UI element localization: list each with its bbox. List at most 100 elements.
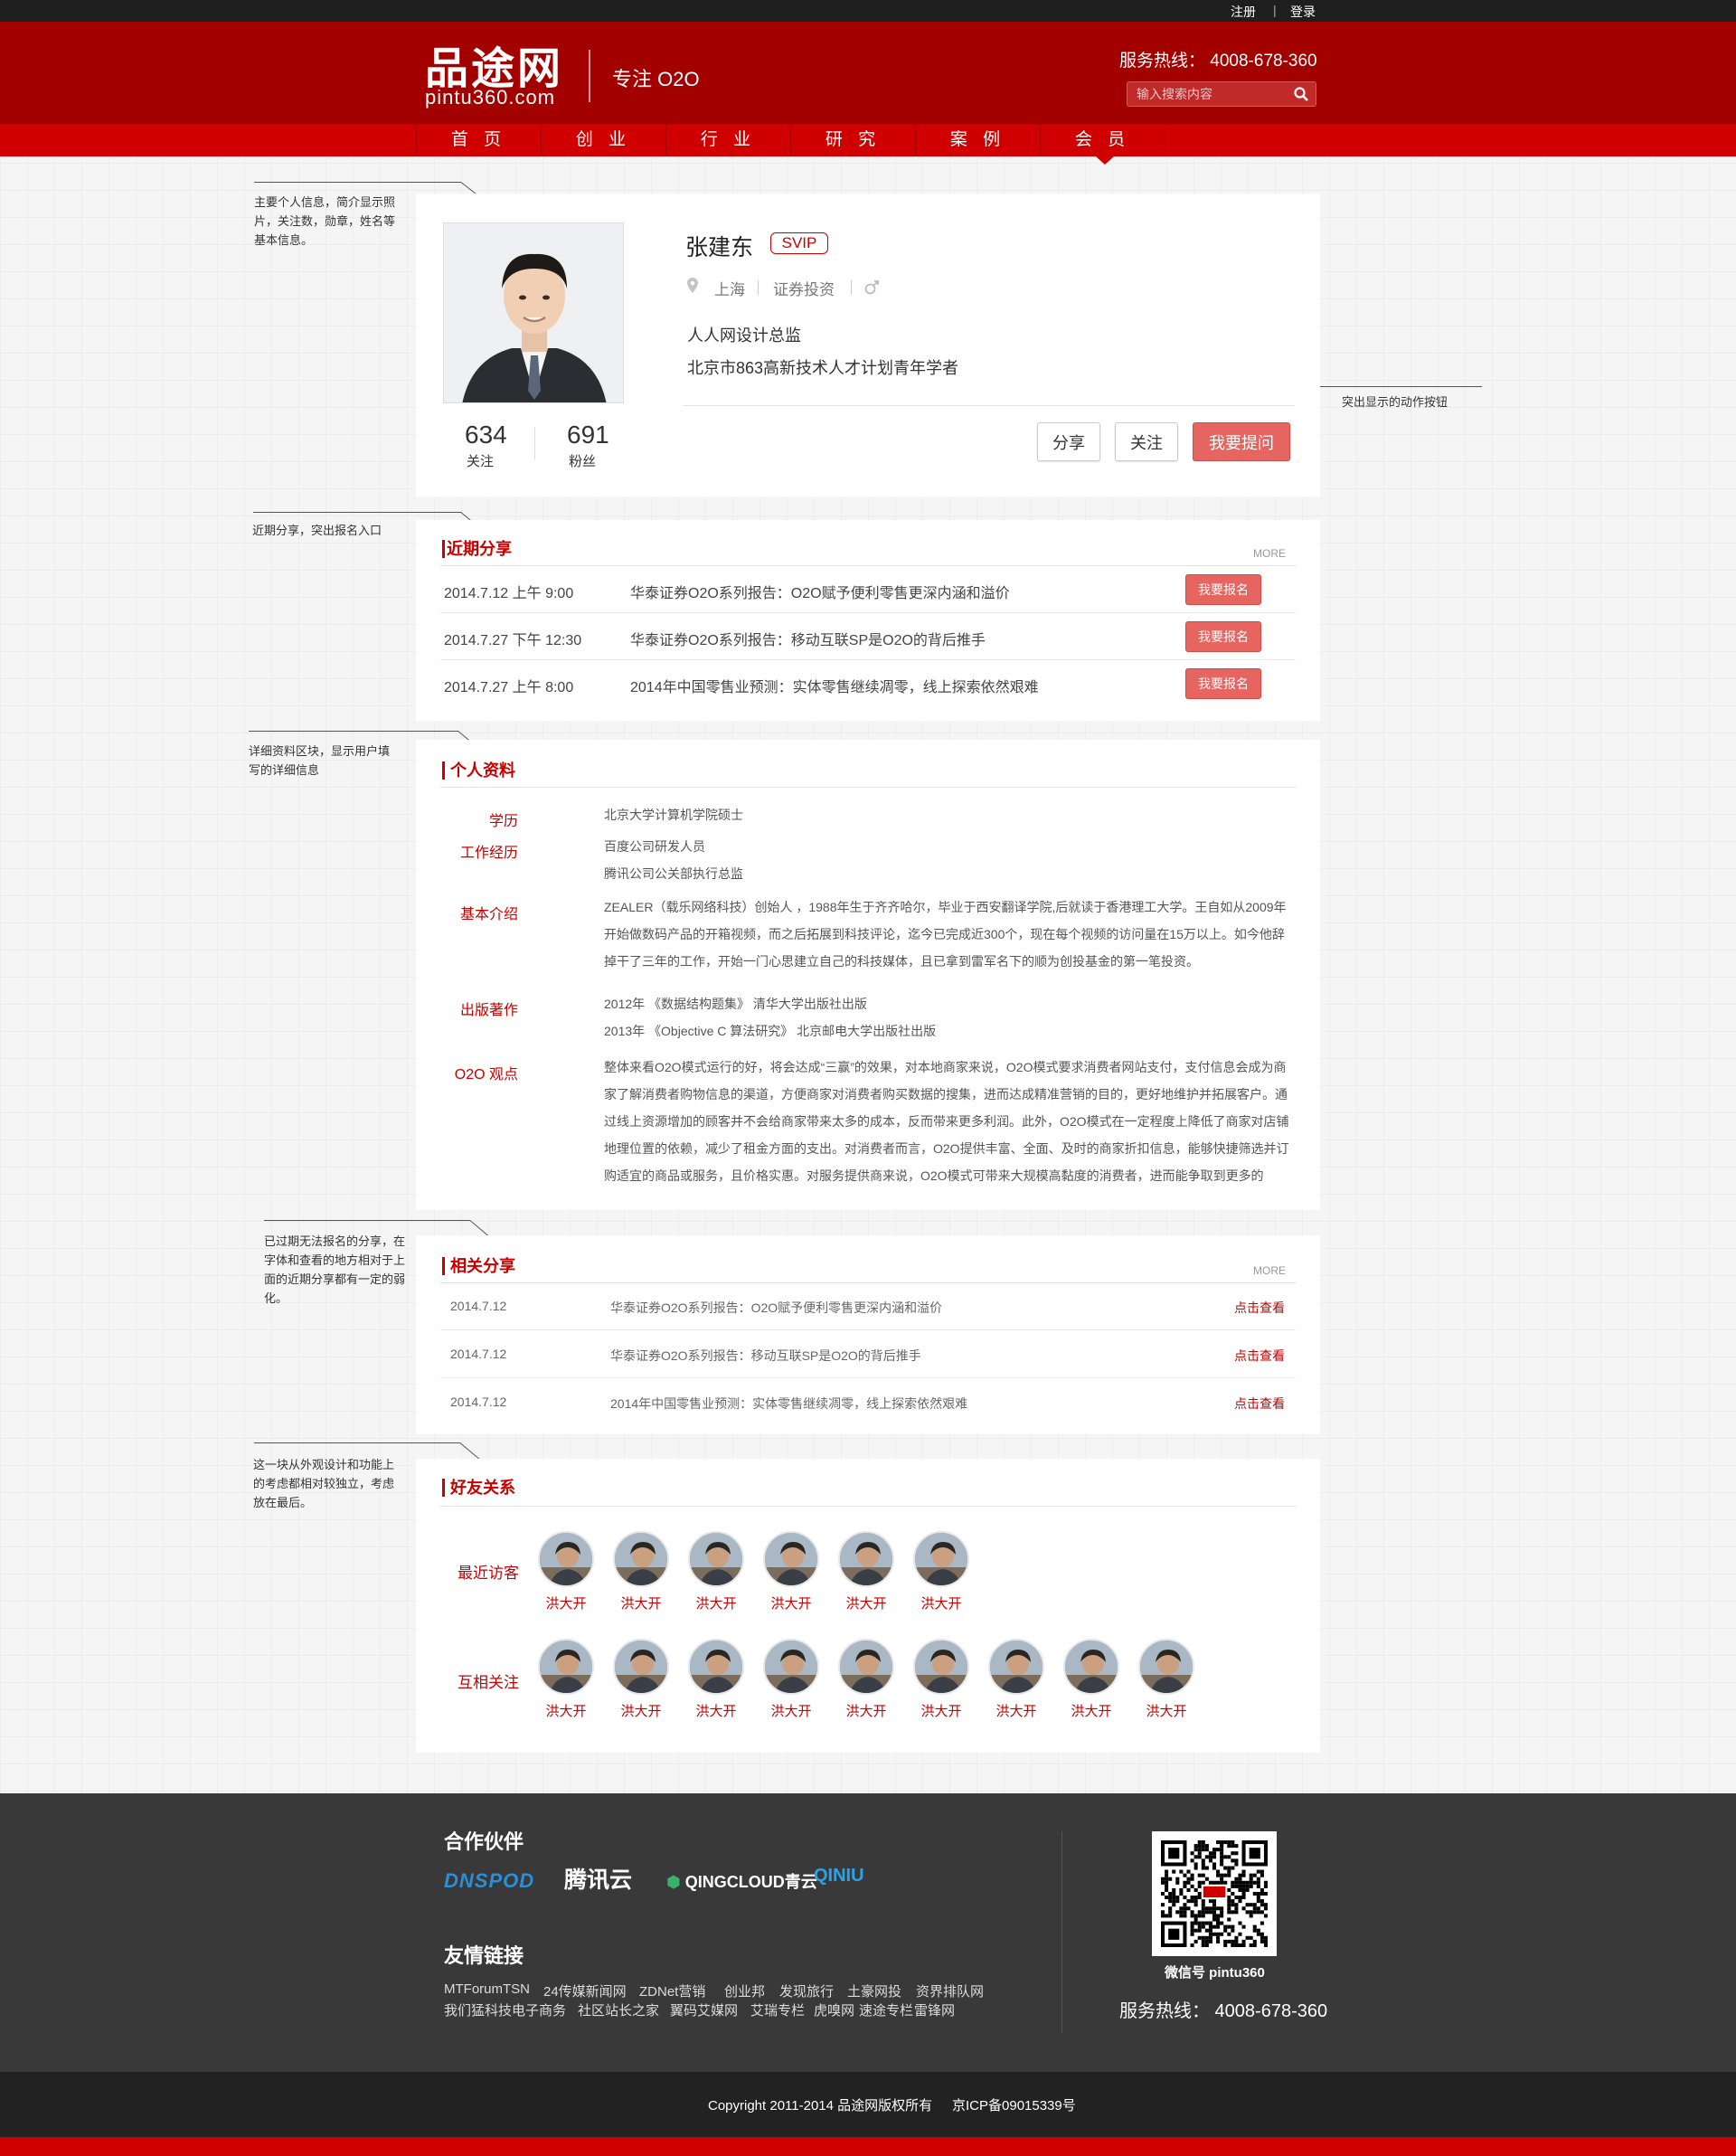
avatar[interactable] xyxy=(913,1639,969,1695)
nav-cases[interactable]: 案 例 xyxy=(915,124,1040,156)
note-line xyxy=(254,182,461,183)
share-title[interactable]: 华泰证券O2O系列报告：O2O赋予便利零售更深内涵和溢价 xyxy=(630,581,1010,602)
avatar[interactable] xyxy=(613,1639,669,1695)
friend-link[interactable]: 发现旅行 xyxy=(779,1981,834,2000)
friend-card[interactable]: 洪大开 xyxy=(911,1531,971,1612)
partner-qingcloud-logo[interactable]: ⬢ QINGCLOUD青云 xyxy=(666,1869,817,1893)
friend-card[interactable]: 洪大开 xyxy=(761,1639,821,1720)
signup-button[interactable]: 我要报名 xyxy=(1185,574,1261,605)
friend-card[interactable]: 洪大开 xyxy=(1137,1639,1196,1720)
signup-button[interactable]: 我要报名 xyxy=(1185,668,1261,699)
nav-home[interactable]: 首 页 xyxy=(416,124,541,156)
friend-link[interactable]: 资界排队网 xyxy=(916,1981,984,2000)
friend-card[interactable]: 洪大开 xyxy=(761,1531,821,1612)
section-title: 个人资料 xyxy=(450,761,515,780)
share-date: 2014.7.12 上午 9:00 xyxy=(444,586,574,601)
friend-name[interactable]: 洪大开 xyxy=(536,1701,596,1720)
education-label: 学历 xyxy=(488,814,518,829)
avatar[interactable] xyxy=(688,1639,744,1695)
view-link[interactable]: 点击查看 xyxy=(1234,1395,1285,1413)
friend-link[interactable]: 社区站长之家 xyxy=(578,2000,659,2019)
friend-name[interactable]: 洪大开 xyxy=(836,1701,896,1720)
avatar[interactable] xyxy=(838,1639,894,1695)
partner-tencent-cloud-logo[interactable]: 腾讯云 xyxy=(564,1862,632,1895)
friend-link[interactable]: 雷锋网 xyxy=(914,2000,955,2019)
search-icon[interactable] xyxy=(1294,87,1308,106)
fans-count: 691 xyxy=(567,421,609,449)
follow-button[interactable]: 关注 xyxy=(1115,422,1178,461)
partner-qiniu-logo[interactable]: QINIU xyxy=(814,1866,864,1886)
nav-startup[interactable]: 创 业 xyxy=(541,124,665,156)
header-hotline: 服务热线： 4008-678-360 xyxy=(1119,52,1317,71)
friend-card[interactable]: 洪大开 xyxy=(911,1639,971,1720)
friend-link[interactable]: 速途专栏 xyxy=(859,2000,913,2019)
friend-link[interactable]: 24传媒新闻网 xyxy=(543,1981,627,2000)
logo-domain[interactable]: pintu360.com xyxy=(425,86,555,109)
friend-name[interactable]: 洪大开 xyxy=(911,1701,971,1720)
friend-name[interactable]: 洪大开 xyxy=(686,1701,746,1720)
friend-name[interactable]: 洪大开 xyxy=(836,1593,896,1612)
avatar[interactable] xyxy=(1063,1639,1119,1695)
friend-link[interactable]: 艾瑞专栏 xyxy=(750,2000,805,2019)
friend-name[interactable]: 洪大开 xyxy=(536,1593,596,1612)
friend-card[interactable]: 洪大开 xyxy=(1061,1639,1121,1720)
friend-link[interactable]: 我们猛科技电子商务 xyxy=(444,2000,566,2019)
avatar[interactable] xyxy=(838,1531,894,1587)
avatar[interactable] xyxy=(688,1531,744,1587)
friend-card[interactable]: 洪大开 xyxy=(611,1531,671,1612)
nav-member[interactable]: 会 员 xyxy=(1040,124,1165,156)
search-input[interactable] xyxy=(1137,85,1290,103)
mutual-follow-label: 互相关注 xyxy=(458,1674,519,1691)
login-link[interactable]: 登录 xyxy=(1290,3,1316,21)
friend-card[interactable]: 洪大开 xyxy=(536,1639,596,1720)
more-link[interactable]: MORE xyxy=(1253,547,1286,560)
avatar[interactable] xyxy=(1138,1639,1194,1695)
work-label: 工作经历 xyxy=(459,846,518,861)
avatar[interactable] xyxy=(763,1531,819,1587)
friend-name[interactable]: 洪大开 xyxy=(911,1593,971,1612)
friend-link[interactable]: MTForumTSN xyxy=(444,1981,530,1997)
share-row: 2014.7.27 下午 12:30 华泰证券O2O系列报告：移动互联SP是O2… xyxy=(440,613,1296,660)
avatar[interactable] xyxy=(913,1531,969,1587)
friend-link[interactable]: ZDNet营销 xyxy=(639,1981,705,2000)
friend-name[interactable]: 洪大开 xyxy=(611,1701,671,1720)
friend-name[interactable]: 洪大开 xyxy=(1061,1701,1121,1720)
view-link[interactable]: 点击查看 xyxy=(1234,1347,1285,1365)
avatar[interactable] xyxy=(763,1639,819,1695)
friend-card[interactable]: 洪大开 xyxy=(836,1531,896,1612)
avatar[interactable] xyxy=(538,1639,594,1695)
more-link[interactable]: MORE xyxy=(1253,1264,1286,1277)
friend-name[interactable]: 洪大开 xyxy=(686,1593,746,1612)
share-title[interactable]: 华泰证券O2O系列报告：移动互联SP是O2O的背后推手 xyxy=(630,628,986,649)
nav-research[interactable]: 研 究 xyxy=(790,124,915,156)
friend-link[interactable]: 虎嗅网 xyxy=(814,2000,854,2019)
share-title[interactable]: 2014年中国零售业预测：实体零售继续凋零，线上探索依然艰难 xyxy=(630,675,1039,696)
friend-name[interactable]: 洪大开 xyxy=(986,1701,1046,1720)
friend-card[interactable]: 洪大开 xyxy=(686,1639,746,1720)
friend-card[interactable]: 洪大开 xyxy=(611,1639,671,1720)
share-button[interactable]: 分享 xyxy=(1037,422,1100,461)
friend-name[interactable]: 洪大开 xyxy=(611,1593,671,1612)
friend-link[interactable]: 创业邦 xyxy=(724,1981,765,2000)
signup-button[interactable]: 我要报名 xyxy=(1185,621,1261,652)
friend-link[interactable]: 土豪网投 xyxy=(847,1981,901,2000)
register-link[interactable]: 注册 xyxy=(1231,3,1256,21)
friend-name[interactable]: 洪大开 xyxy=(1137,1701,1196,1720)
avatar[interactable] xyxy=(613,1531,669,1587)
friend-name[interactable]: 洪大开 xyxy=(761,1593,821,1612)
nav-active-caret xyxy=(1096,156,1114,165)
avatar[interactable] xyxy=(538,1531,594,1587)
ask-question-button[interactable]: 我要提问 xyxy=(1193,422,1290,461)
friend-card[interactable]: 洪大开 xyxy=(986,1639,1046,1720)
friend-name[interactable]: 洪大开 xyxy=(761,1701,821,1720)
avatar[interactable] xyxy=(988,1639,1044,1695)
friend-link[interactable]: 翼码艾媒网 xyxy=(670,2000,738,2019)
work-item: 腾讯公司公关部执行总监 xyxy=(604,866,743,881)
view-link[interactable]: 点击查看 xyxy=(1234,1299,1285,1317)
partner-dnspod-logo[interactable]: DNSPOD xyxy=(444,1869,534,1893)
friend-card[interactable]: 洪大开 xyxy=(536,1531,596,1612)
related-row: 2014.7.12 2014年中国零售业预测：实体零售继续凋零，线上探索依然艰难… xyxy=(440,1379,1296,1426)
friend-card[interactable]: 洪大开 xyxy=(686,1531,746,1612)
friend-card[interactable]: 洪大开 xyxy=(836,1639,896,1720)
nav-industry[interactable]: 行 业 xyxy=(665,124,790,156)
